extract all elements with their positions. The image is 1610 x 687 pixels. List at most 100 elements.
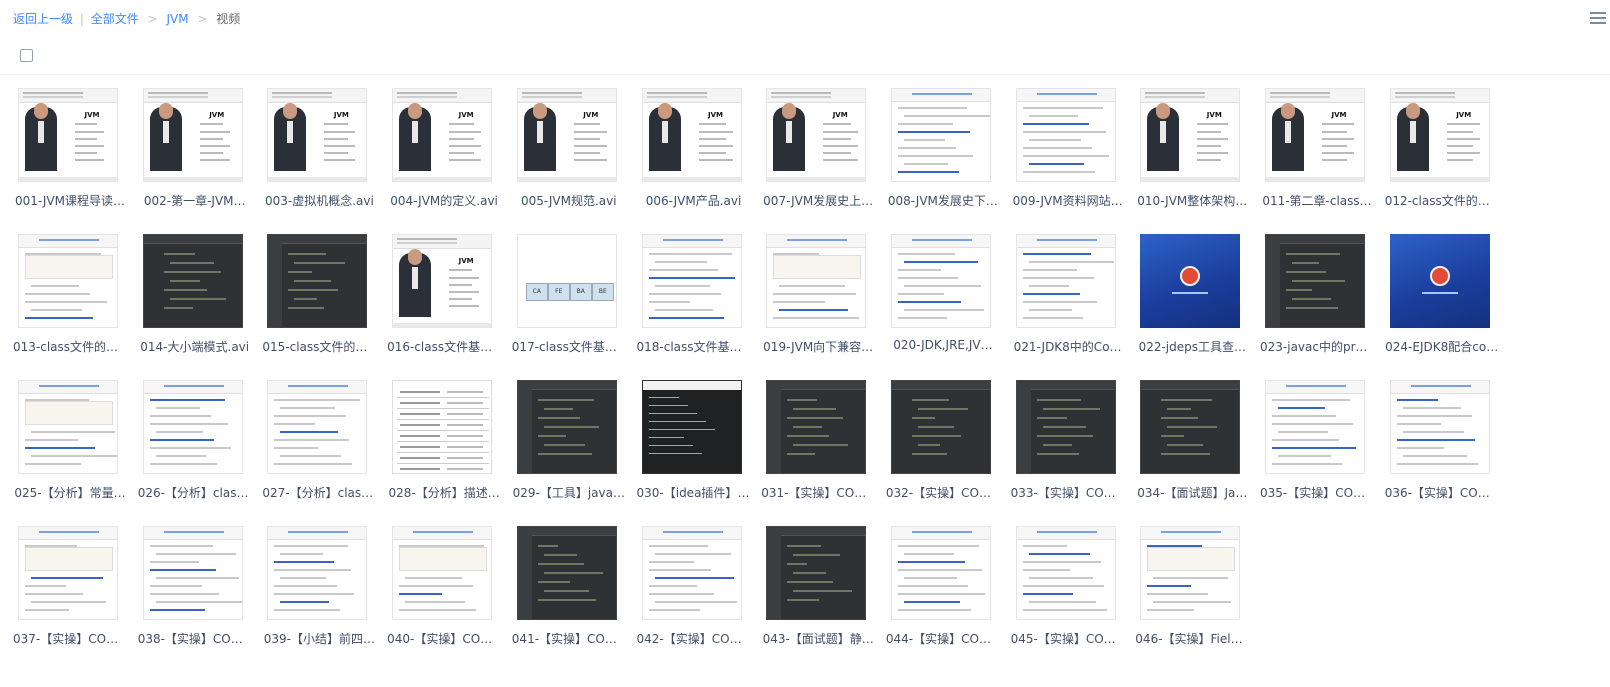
- file-name[interactable]: 028-【分析】描述…: [387, 484, 501, 501]
- file-tile[interactable]: 038-【实操】CON…: [138, 526, 252, 654]
- file-name[interactable]: 004-JVM的定义.avi: [387, 192, 501, 209]
- file-tile[interactable]: JVM 012-class文件的理…: [1385, 88, 1499, 216]
- video-thumbnail[interactable]: JVM: [641, 88, 742, 182]
- file-tile[interactable]: JVM 010-JVM整体架构…: [1135, 88, 1249, 216]
- select-all-checkbox[interactable]: [20, 49, 33, 62]
- video-thumbnail[interactable]: [1015, 380, 1116, 474]
- file-name[interactable]: 009-JVM资料网站…: [1011, 192, 1125, 209]
- file-name[interactable]: 042-【实操】CON…: [637, 630, 751, 647]
- file-tile[interactable]: 009-JVM资料网站…: [1011, 88, 1125, 216]
- file-name[interactable]: 023-javac中的profi…: [1260, 338, 1374, 355]
- file-tile[interactable]: 024-EJDK8配合co…: [1385, 234, 1499, 362]
- file-tile[interactable]: 033-【实操】CON…: [1011, 380, 1125, 508]
- video-thumbnail[interactable]: [1140, 234, 1241, 328]
- file-name[interactable]: 011-第二章-class…: [1260, 192, 1374, 209]
- file-name[interactable]: 022-jdeps工具查…: [1135, 338, 1249, 355]
- file-name[interactable]: 029-【工具】java…: [512, 484, 626, 501]
- file-name[interactable]: 038-【实操】CON…: [138, 630, 252, 647]
- file-tile[interactable]: 029-【工具】java…: [512, 380, 626, 508]
- video-thumbnail[interactable]: [1389, 234, 1490, 328]
- video-thumbnail[interactable]: [392, 380, 493, 474]
- file-name[interactable]: 030-【idea插件】j…: [637, 484, 751, 501]
- file-tile[interactable]: 032-【实操】CON…: [886, 380, 1000, 508]
- file-tile[interactable]: JVM 002-第一章-JVM…: [138, 88, 252, 216]
- video-thumbnail[interactable]: [142, 526, 243, 620]
- video-thumbnail[interactable]: [1140, 380, 1241, 474]
- file-tile[interactable]: 039-【小结】前四…: [262, 526, 376, 654]
- file-name[interactable]: 013-class文件的格…: [13, 338, 127, 355]
- file-tile[interactable]: 035-【实操】CON…: [1260, 380, 1374, 508]
- video-thumbnail[interactable]: JVM: [18, 88, 118, 182]
- file-name[interactable]: 021-JDK8中的Co…: [1011, 338, 1125, 355]
- video-thumbnail[interactable]: [267, 234, 368, 328]
- file-name[interactable]: 019-JVM向下兼容…: [761, 338, 875, 355]
- folder-jvm-link[interactable]: JVM: [166, 12, 188, 26]
- video-thumbnail[interactable]: [1389, 380, 1490, 474]
- video-thumbnail[interactable]: [392, 526, 493, 620]
- video-thumbnail[interactable]: [1015, 88, 1116, 182]
- file-tile[interactable]: JVM 001-JVM课程导读…: [13, 88, 127, 216]
- all-files-link[interactable]: 全部文件: [91, 12, 139, 26]
- file-tile[interactable]: JVM 011-第二章-class…: [1260, 88, 1374, 216]
- file-tile[interactable]: 013-class文件的格…: [13, 234, 127, 362]
- file-tile[interactable]: 037-【实操】CON…: [13, 526, 127, 654]
- file-name[interactable]: 017-class文件基本…: [512, 338, 626, 355]
- file-tile[interactable]: 014-大小端模式.avi: [138, 234, 252, 362]
- video-thumbnail[interactable]: [142, 380, 243, 474]
- video-thumbnail[interactable]: [766, 526, 867, 620]
- file-tile[interactable]: 043-【面试题】静…: [761, 526, 875, 654]
- file-tile[interactable]: 023-javac中的profi…: [1260, 234, 1374, 362]
- video-thumbnail[interactable]: [1015, 234, 1116, 328]
- file-tile[interactable]: JVM 004-JVM的定义.avi: [387, 88, 501, 216]
- video-thumbnail[interactable]: JVM: [1140, 88, 1241, 182]
- file-name[interactable]: 044-【实操】CON…: [886, 630, 1000, 647]
- file-name[interactable]: 037-【实操】CON…: [13, 630, 127, 647]
- file-name[interactable]: 010-JVM整体架构…: [1135, 192, 1249, 209]
- file-name[interactable]: 007-JVM发展史上…: [761, 192, 875, 209]
- file-name[interactable]: 025-【分析】常量…: [13, 484, 127, 501]
- video-thumbnail[interactable]: JVM: [267, 88, 368, 182]
- video-thumbnail[interactable]: JVM: [766, 88, 867, 182]
- file-tile[interactable]: 028-【分析】描述…: [387, 380, 501, 508]
- video-thumbnail[interactable]: [890, 88, 991, 182]
- video-thumbnail[interactable]: [267, 526, 368, 620]
- file-tile[interactable]: CA FE BA BE 017-class文件基本…: [512, 234, 626, 362]
- video-thumbnail[interactable]: [18, 380, 118, 474]
- file-tile[interactable]: 041-【实操】CON…: [512, 526, 626, 654]
- file-tile[interactable]: 022-jdeps工具查…: [1135, 234, 1249, 362]
- file-tile[interactable]: 026-【分析】class…: [138, 380, 252, 508]
- file-tile[interactable]: JVM 003-虚拟机概念.avi: [262, 88, 376, 216]
- file-tile[interactable]: 027-【分析】class…: [262, 380, 376, 508]
- file-name[interactable]: 002-第一章-JVM…: [138, 192, 252, 209]
- file-tile[interactable]: 020-JDK,JRE,JV…: [886, 234, 1000, 362]
- file-name[interactable]: 018-class文件基本…: [637, 338, 751, 355]
- list-menu-icon[interactable]: [1589, 9, 1607, 27]
- file-name[interactable]: 014-大小端模式.avi: [138, 338, 252, 355]
- file-name[interactable]: 033-【实操】CON…: [1011, 484, 1125, 501]
- video-thumbnail[interactable]: JVM: [1265, 88, 1365, 182]
- video-thumbnail[interactable]: [890, 526, 991, 620]
- file-name[interactable]: 027-【分析】class…: [262, 484, 376, 501]
- video-thumbnail[interactable]: JVM: [516, 88, 617, 182]
- video-thumbnail[interactable]: JVM: [392, 234, 493, 328]
- video-thumbnail[interactable]: [766, 234, 867, 328]
- file-name[interactable]: 036-【实操】CON…: [1385, 484, 1499, 501]
- file-name[interactable]: 005-JVM规范.avi: [512, 192, 626, 209]
- file-tile[interactable]: 030-【idea插件】j…: [637, 380, 751, 508]
- file-tile[interactable]: 025-【分析】常量…: [13, 380, 127, 508]
- video-thumbnail[interactable]: [18, 526, 118, 620]
- file-tile[interactable]: 018-class文件基本…: [637, 234, 751, 362]
- video-thumbnail[interactable]: [1265, 380, 1365, 474]
- video-thumbnail[interactable]: [516, 526, 617, 620]
- video-thumbnail[interactable]: [641, 526, 742, 620]
- file-tile[interactable]: JVM 005-JVM规范.avi: [512, 88, 626, 216]
- video-thumbnail[interactable]: [766, 380, 867, 474]
- file-name[interactable]: 045-【实操】CON…: [1011, 630, 1125, 647]
- file-tile[interactable]: 036-【实操】CON…: [1385, 380, 1499, 508]
- file-name[interactable]: 041-【实操】CON…: [512, 630, 626, 647]
- video-thumbnail[interactable]: [516, 380, 617, 474]
- file-name[interactable]: 046-【实操】Field…: [1135, 630, 1249, 647]
- file-name[interactable]: 024-EJDK8配合co…: [1385, 338, 1499, 355]
- video-thumbnail[interactable]: JVM: [1389, 88, 1490, 182]
- video-thumbnail[interactable]: [890, 380, 991, 474]
